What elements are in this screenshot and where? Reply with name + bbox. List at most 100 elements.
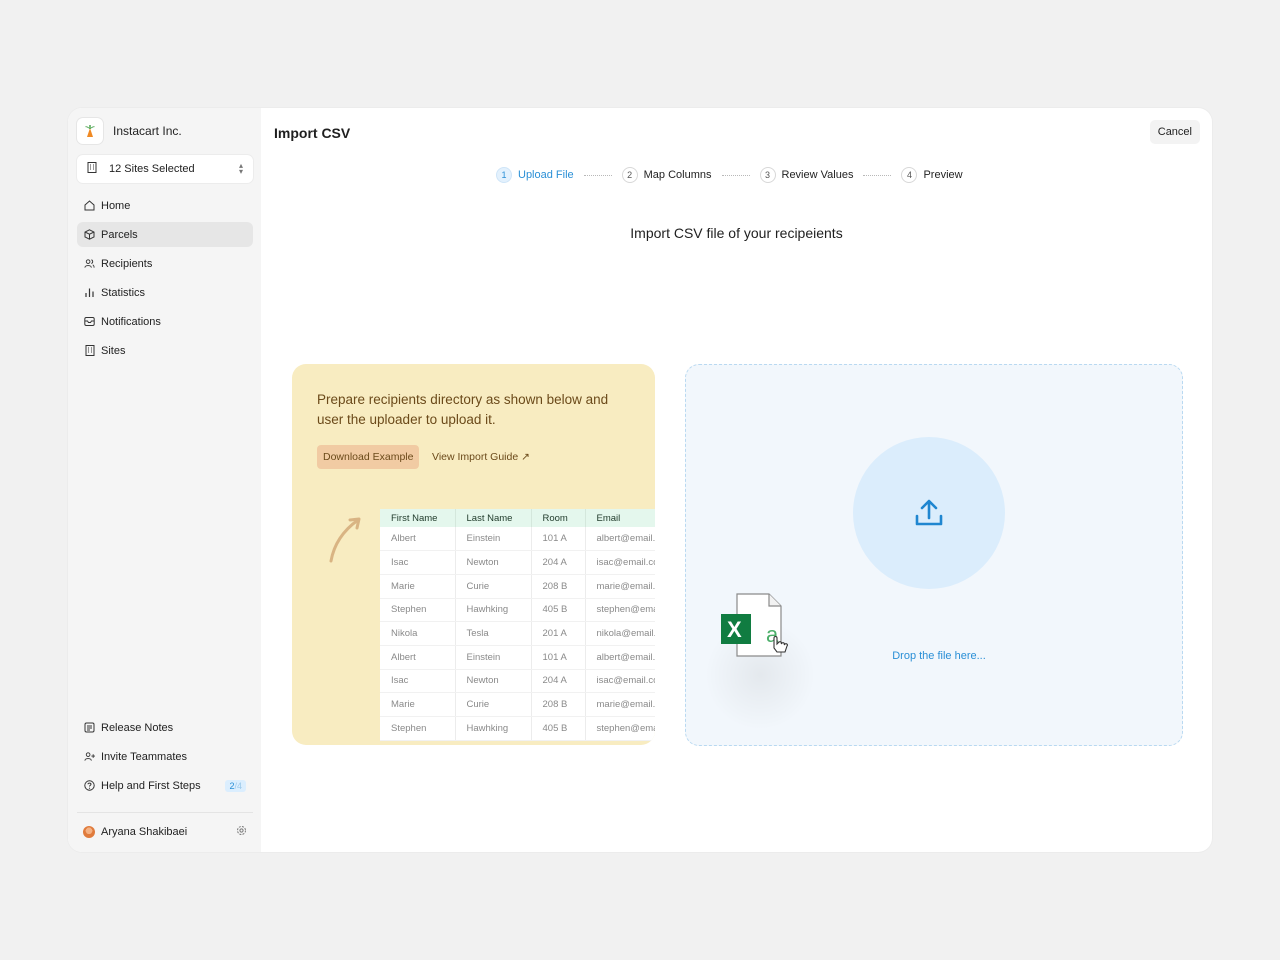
upload-button[interactable] — [853, 437, 1005, 589]
sidebar-item-statistics[interactable]: Statistics — [77, 280, 253, 305]
step-label: Review Values — [781, 169, 854, 181]
table-cell: isac@email.co — [585, 669, 655, 694]
user-name: Aryana Shakibaei — [101, 826, 188, 838]
instructions-text: Prepare recipients directory as shown be… — [317, 392, 609, 427]
step-preview[interactable]: 4 Preview — [901, 167, 963, 183]
table-cell: 204 A — [531, 669, 586, 694]
table-row: Albert Einstein 101 Aalbert@email.c — [380, 527, 655, 552]
view-import-guide-link[interactable]: View Import Guide ↗ — [432, 451, 530, 463]
table-cell: Marie — [380, 692, 456, 717]
table-cell: stephen@ema — [585, 598, 655, 623]
sidebar-item-label: Notifications — [101, 315, 161, 328]
site-selector[interactable]: 12 Sites Selected ▴ ▾ — [77, 155, 253, 183]
help-icon — [84, 780, 95, 791]
org-name: Instacart Inc. — [113, 124, 182, 138]
carrot-logo-icon — [77, 118, 103, 144]
table-row: Albert Einstein 101 Aalbert@email.c — [380, 645, 655, 670]
table-cell: stephen@ema — [585, 716, 655, 741]
table-row: Marie Curie 208 Bmarie@email.c — [380, 692, 655, 717]
user-profile[interactable]: Aryana Shakibaei — [77, 822, 253, 842]
table-cell: albert@email.c — [585, 527, 655, 552]
sidebar-item-invite-teammates[interactable]: Invite Teammates — [77, 744, 253, 769]
step-label: Map Columns — [643, 169, 712, 181]
table-row: Marie Curie 208 Bmarie@email.c — [380, 574, 655, 599]
divider — [77, 812, 253, 813]
svg-text:X: X — [727, 617, 742, 642]
notes-icon — [84, 722, 95, 733]
sidebar-item-home[interactable]: Home — [77, 193, 253, 218]
main-nav: Home Parcels Recipients Statistics Notif… — [77, 193, 253, 367]
bar-chart-icon — [84, 287, 95, 298]
table-cell: Einstein — [455, 527, 532, 552]
step-connector — [583, 174, 612, 176]
table-row: Isac Newton 204 Aisac@email.co — [380, 669, 655, 694]
sidebar-item-notifications[interactable]: Notifications — [77, 309, 253, 334]
step-number: 1 — [496, 167, 512, 183]
step-upload-file[interactable]: 1 Upload File — [496, 167, 574, 183]
step-label: Preview — [923, 169, 963, 181]
step-map-columns[interactable]: 2 Map Columns — [621, 167, 712, 183]
table-cell: Einstein — [455, 645, 532, 670]
main-content: Import CSV Cancel 1 Upload File 2 Map Co… — [261, 108, 1212, 852]
table-cell: isac@email.co — [585, 550, 655, 575]
step-number: 3 — [759, 167, 776, 183]
inbox-icon — [84, 316, 95, 327]
table-cell: Albert — [380, 645, 456, 670]
table-cell: 101 A — [531, 645, 586, 670]
org-switcher[interactable]: Instacart Inc. — [77, 118, 182, 144]
table-cell: Hawhking — [455, 716, 532, 741]
step-label: Upload File — [518, 169, 574, 181]
sidebar-item-label: Parcels — [101, 228, 138, 241]
home-icon — [84, 200, 95, 211]
table-cell: 208 B — [531, 574, 586, 599]
sidebar-item-label: Sites — [101, 344, 126, 357]
import-stepper: 1 Upload File 2 Map Columns 3 Review Val… — [496, 166, 963, 184]
section-heading: Import CSV file of your recipeients — [630, 225, 843, 241]
users-icon — [84, 258, 95, 269]
table-cell: 204 A — [531, 550, 586, 575]
sidebar-item-recipients[interactable]: Recipients — [77, 251, 253, 276]
sidebar-item-label: Statistics — [101, 286, 146, 299]
gear-icon[interactable] — [236, 825, 247, 839]
user-plus-icon — [84, 751, 95, 762]
upload-icon — [915, 499, 943, 526]
sidebar-item-parcels[interactable]: Parcels — [77, 222, 253, 247]
step-connector — [863, 174, 892, 176]
package-icon — [84, 229, 95, 240]
table-cell: Newton — [455, 669, 532, 694]
table-header-cell: Last Name — [455, 509, 532, 527]
sidebar-item-label: Recipients — [101, 257, 153, 270]
sidebar-item-label: Release Notes — [101, 721, 174, 734]
sidebar-item-label: Invite Teammates — [101, 750, 188, 763]
table-cell: Albert — [380, 527, 456, 552]
table-row: Isac Newton 204 Aisac@email.co — [380, 550, 655, 575]
sidebar-item-label: Help and First Steps — [101, 779, 201, 792]
step-review-values[interactable]: 3 Review Values — [759, 167, 854, 183]
sidebar-item-help[interactable]: Help and First Steps 2/4 — [77, 773, 253, 798]
table-cell: Tesla — [455, 621, 532, 646]
avatar — [83, 826, 95, 838]
table-cell: Curie — [455, 692, 532, 717]
table-cell: Marie — [380, 574, 456, 599]
progress-badge: 2/4 — [225, 779, 246, 792]
download-example-button[interactable]: Download Example — [317, 445, 420, 469]
sidebar-item-sites[interactable]: Sites — [77, 338, 253, 363]
site-selector-label: 12 Sites Selected — [109, 163, 195, 175]
sidebar: Instacart Inc. 12 Sites Selected ▴ ▾ Home… — [68, 108, 261, 852]
sidebar-item-label: Home — [101, 199, 131, 212]
cancel-button[interactable]: Cancel — [1149, 120, 1200, 144]
table-cell: Hawhking — [455, 598, 532, 623]
table-cell: 405 B — [531, 716, 586, 741]
step-connector — [721, 174, 750, 176]
table-cell: nikola@email.c — [585, 621, 655, 646]
step-number: 2 — [621, 167, 638, 183]
table-header-cell: Email — [585, 509, 655, 527]
drop-hint: Drop the file here... — [892, 650, 986, 662]
chevron-up-down-icon: ▴ ▾ — [238, 161, 243, 176]
sidebar-item-release-notes[interactable]: Release Notes — [77, 715, 253, 740]
table-header-cell: Room — [531, 509, 586, 527]
building-icon — [84, 345, 95, 356]
file-dropzone[interactable]: a X Drop the file here... — [685, 364, 1183, 746]
table-cell: 208 B — [531, 692, 586, 717]
table-cell: Newton — [455, 550, 532, 575]
